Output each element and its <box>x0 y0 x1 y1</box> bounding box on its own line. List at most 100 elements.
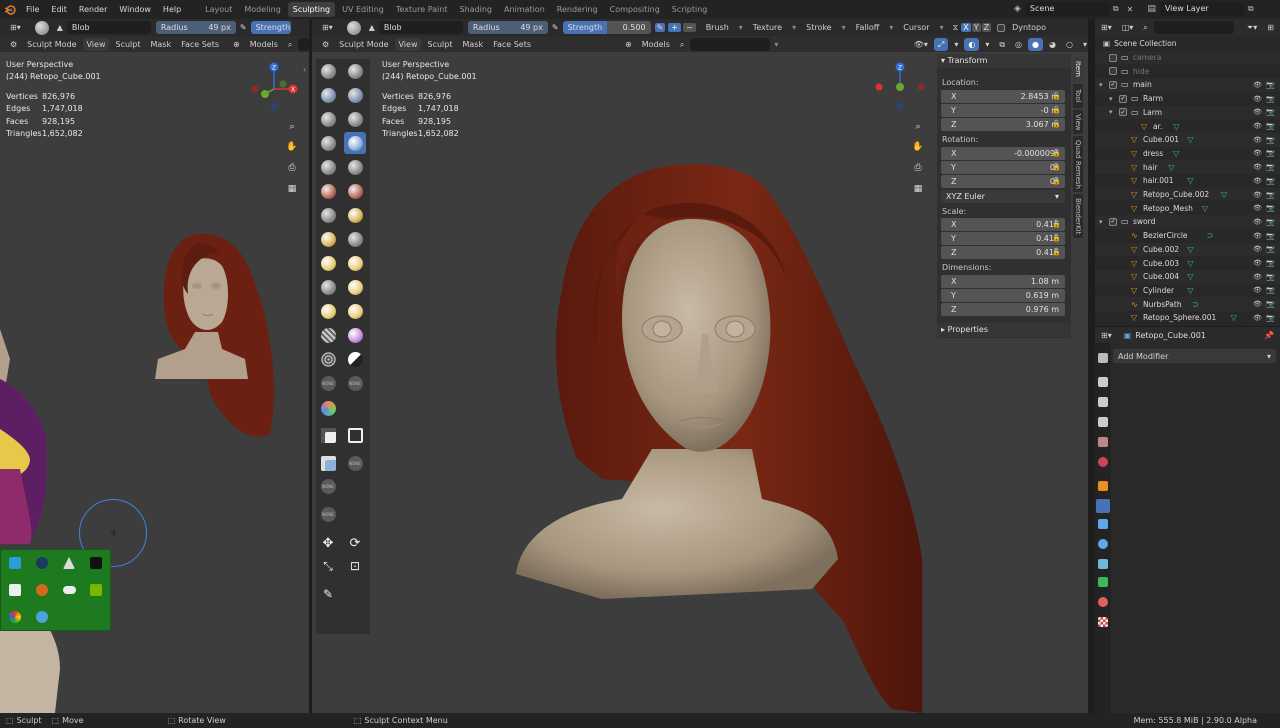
tray-app-icon-10[interactable] <box>36 611 48 623</box>
overlay-dropdown-icon[interactable]: ▾ <box>981 38 993 51</box>
tray-app-icon-6[interactable] <box>36 584 48 596</box>
render-camera-icon[interactable]: 📷 <box>1266 232 1275 240</box>
tab-scripting[interactable]: Scripting <box>667 2 713 17</box>
visibility-eye-icon[interactable]: 👁 <box>1253 177 1262 185</box>
search-input-main[interactable] <box>690 37 771 51</box>
security-icon[interactable] <box>90 557 102 569</box>
pressure-icon-main[interactable]: ✎ <box>552 23 559 32</box>
lock-icon[interactable]: 🔓 <box>1052 234 1061 242</box>
close-icon[interactable]: ✕ <box>1127 5 1134 14</box>
nudge-brush-icon[interactable] <box>317 276 339 298</box>
scale-x-field[interactable]: X 0.416 <box>941 218 1065 231</box>
render-camera-icon[interactable]: 📷 <box>1266 314 1275 322</box>
pinch-brush-icon[interactable] <box>317 204 339 226</box>
thumb-brush-icon[interactable] <box>317 252 339 274</box>
draw-face-sets-icon[interactable] <box>344 348 366 370</box>
curve-data-icon[interactable]: ⊃ <box>1207 231 1214 240</box>
outliner-item[interactable]: ▽ Retopo_Cube.002 ▽ 👁 📷 <box>1095 187 1280 202</box>
brush-sphere-icon[interactable] <box>34 20 49 35</box>
tab-compositing[interactable]: Compositing <box>605 2 665 17</box>
outliner-editor-type-icon[interactable]: ⊞▾ <box>1097 21 1116 34</box>
outliner-item[interactable]: ▽ hair.001 ▽ 👁 📷 <box>1095 174 1280 188</box>
view-layer-tab-icon[interactable] <box>1098 417 1108 427</box>
rotation-z-field[interactable]: Z 0° <box>941 175 1065 188</box>
render-camera-icon[interactable]: 📷 <box>1266 273 1275 281</box>
scale-tool-icon[interactable]: ⤡ <box>317 555 339 577</box>
tab-shading[interactable]: Shading <box>454 2 497 17</box>
blender-logo-icon[interactable] <box>0 4 20 16</box>
collection-checkbox[interactable] <box>1109 53 1117 62</box>
outliner-item[interactable]: ▽ hair ▽ 👁 📷 <box>1095 160 1280 174</box>
object-tab-icon[interactable] <box>1098 481 1108 491</box>
brush-name-field-main[interactable]: Blob <box>378 21 463 34</box>
draw-brush-icon[interactable] <box>317 60 339 82</box>
lock-icon[interactable]: 🔓 <box>1052 220 1061 228</box>
pan-hand-icon-main[interactable]: ✋ <box>910 139 926 155</box>
none-tool-icon-3[interactable]: NONE <box>344 452 366 474</box>
texture-dropdown[interactable]: Texture <box>749 21 786 34</box>
lock-icon[interactable]: 🔓 <box>1052 120 1061 128</box>
flatten-brush-icon[interactable] <box>344 156 366 178</box>
pressure-icon[interactable]: ✎ <box>240 23 247 32</box>
visibility-eye-icon[interactable]: 👁 <box>1253 245 1262 253</box>
expand-arrow-icon[interactable]: ▾ <box>1109 95 1113 103</box>
visibility-eye-icon[interactable]: 👁 <box>1253 81 1262 89</box>
visibility-eye-icon[interactable]: 👁 <box>1253 163 1262 171</box>
strength-slider-main[interactable]: Strength 0.500 <box>562 21 651 34</box>
mesh-data-icon[interactable]: ▽ <box>1187 135 1193 144</box>
location-y-field[interactable]: Y -0 m <box>941 104 1065 117</box>
outliner-item[interactable]: ▽ Retopo_Sphere.001 ▽ 👁 📷 <box>1095 311 1280 325</box>
lock-icon[interactable]: 🔓 <box>1052 248 1061 256</box>
outliner-item[interactable]: ▽ Cube.003 ▽ 👁 📷 <box>1095 256 1280 270</box>
mesh-data-icon[interactable]: ▽ <box>1187 245 1193 254</box>
lock-icon[interactable]: 🔓 <box>1052 149 1061 157</box>
outliner-item[interactable]: ∿ NurbsPath ⊃ 👁 📷 <box>1095 297 1280 311</box>
clay-strips-brush-icon[interactable] <box>344 84 366 106</box>
none-tool-icon-2[interactable]: NONE <box>344 372 366 394</box>
falloff-dropdown[interactable]: Falloff <box>852 21 884 34</box>
scene-field[interactable]: Scene <box>1024 2 1109 16</box>
scale-z-field[interactable]: Z 0.416 <box>941 246 1065 259</box>
navigation-gizmo-main[interactable]: Z <box>874 59 926 111</box>
brush-sphere-icon-main[interactable] <box>346 20 361 35</box>
outliner-item[interactable]: ▽ Cube.004 ▽ 👁 📷 <box>1095 269 1280 284</box>
none-tool-icon-1[interactable]: NONE <box>317 372 339 394</box>
scale-y-field[interactable]: Y 0.416 <box>941 232 1065 245</box>
copy-icon[interactable]: ⧉ <box>1113 4 1119 14</box>
material-tab-icon[interactable] <box>1098 597 1108 607</box>
mesh-data-icon[interactable]: ▽ <box>1168 163 1174 172</box>
visibility-eye-icon[interactable]: 👁 <box>1253 122 1262 130</box>
texture-tab-icon[interactable] <box>1098 617 1108 627</box>
curve-data-icon[interactable]: ⊃ <box>1192 300 1199 309</box>
outliner-item[interactable]: ∿ BezierCircle ⊃ 👁 📷 <box>1095 229 1280 243</box>
xray-icon[interactable]: ⧉ <box>995 38 1009 51</box>
outliner-search-input[interactable] <box>1153 21 1234 34</box>
paint-brush-icon[interactable] <box>317 397 339 419</box>
mesh-data-icon[interactable]: ▽ <box>1173 122 1179 131</box>
smooth-brush-icon[interactable] <box>317 156 339 178</box>
tab-rendering[interactable]: Rendering <box>552 2 603 17</box>
menu-mask-left[interactable]: Mask <box>146 38 175 51</box>
box-face-set-icon[interactable] <box>317 452 339 474</box>
collection-checkbox[interactable]: ✓ <box>1109 217 1117 226</box>
collapse-arrow-icon[interactable]: ‹ <box>303 65 306 74</box>
inflate-brush-icon[interactable] <box>344 108 366 130</box>
dimensions-z-field[interactable]: Z 0.976 m <box>941 303 1065 316</box>
render-camera-icon[interactable]: 📷 <box>1266 259 1275 267</box>
zoom-icon-main[interactable]: ⌕ <box>910 119 926 135</box>
scene-icon[interactable]: ◈ <box>1014 4 1021 14</box>
search-icon-main[interactable]: ⌕ <box>676 38 688 51</box>
visibility-eye-icon[interactable]: 👁 <box>1253 273 1262 281</box>
collection-checkbox[interactable] <box>1109 67 1117 76</box>
render-camera-icon[interactable]: 📷 <box>1266 81 1275 89</box>
axis-x-toggle[interactable]: X <box>961 23 971 32</box>
sculpt-mode-dropdown-main[interactable]: Sculpt Mode <box>335 38 392 51</box>
search-dropdown-arrow-icon[interactable]: ▾ <box>770 38 782 51</box>
outliner-item[interactable]: ▾ ✓ ▭ Larm 👁 📷 <box>1095 105 1280 120</box>
tab-texture-paint[interactable]: Texture Paint <box>391 2 453 17</box>
navigation-gizmo[interactable]: Z X <box>248 59 300 111</box>
menu-sculpt-main[interactable]: Sculpt <box>423 38 456 51</box>
particles-tab-icon[interactable] <box>1098 519 1108 529</box>
visibility-eye-icon[interactable]: 👁 <box>1253 95 1262 103</box>
render-camera-icon[interactable]: 📷 <box>1266 149 1275 157</box>
